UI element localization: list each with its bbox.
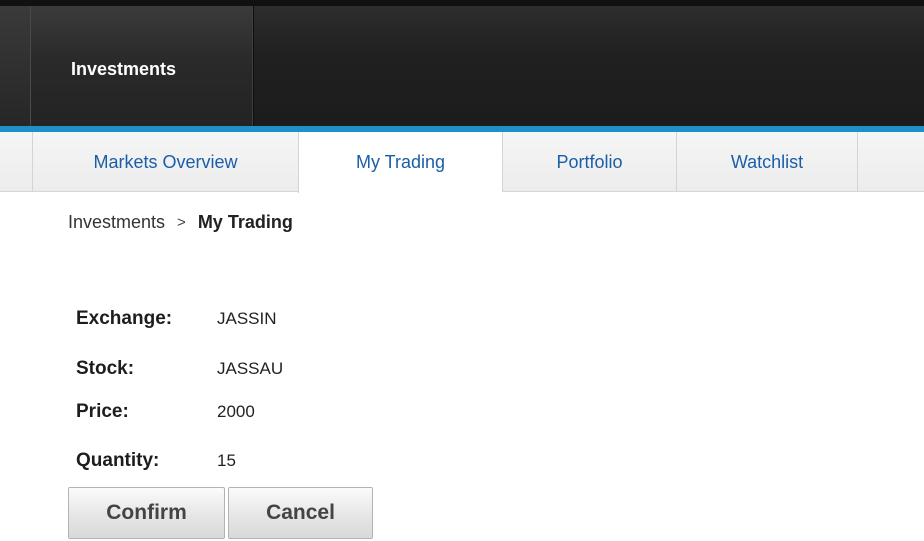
price-value: 2000 [217,402,255,421]
header-tab-investments[interactable]: Investments [30,6,254,126]
price-label: Price: [76,401,129,422]
tab-watchlist[interactable]: Watchlist [676,132,858,192]
price-row: Price: 2000 [76,397,255,427]
tab-portfolio[interactable]: Portfolio [502,132,676,192]
breadcrumb: Investments > My Trading [68,212,293,233]
stock-value: JASSAU [217,359,284,378]
quantity-value: 15 [217,451,236,470]
tab-my-trading[interactable]: My Trading [298,132,502,193]
tab-label: My Trading [355,152,446,172]
cancel-button[interactable]: Cancel [228,487,373,539]
quantity-row: Quantity: 15 [76,446,236,476]
header-tab-label: Investments [71,59,177,79]
quantity-label: Quantity: [76,450,160,471]
header-left-strip [0,6,31,126]
breadcrumb-root[interactable]: Investments [68,212,165,233]
tab-label: Markets Overview [93,151,238,172]
section-tabs: Markets Overview My Trading Portfolio Wa… [0,132,924,193]
tab-markets-overview[interactable]: Markets Overview [32,132,298,192]
exchange-label: Exchange: [76,308,173,329]
tab-label: Portfolio [556,151,623,172]
breadcrumb-current: My Trading [197,212,293,232]
trading-page: Investments Markets Overview My Trading … [0,0,924,541]
stock-label: Stock: [76,358,135,379]
breadcrumb-separator: > [177,214,186,231]
tab-label: Watchlist [730,151,804,172]
exchange-value: JASSIN [217,309,277,328]
confirm-button[interactable]: Confirm [68,487,225,539]
stock-row: Stock: JASSAU [76,354,283,384]
exchange-row: Exchange: JASSIN [76,304,277,334]
